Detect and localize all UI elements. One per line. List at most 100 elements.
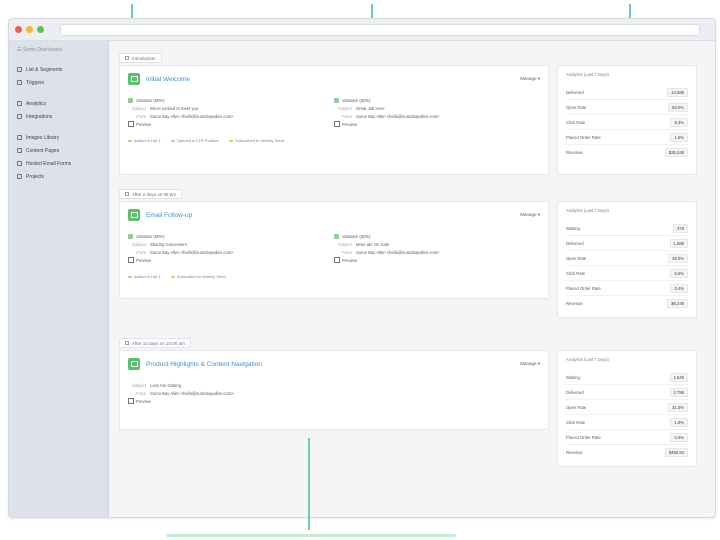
stat-label: Click Rate — [566, 119, 586, 125]
stat-label: Open Rate — [566, 104, 587, 110]
stat-row: Revenue $6,348 — [566, 296, 688, 311]
plug-icon — [17, 114, 22, 119]
sidebar-item-content-pages[interactable]: Content Pages — [9, 144, 108, 157]
stat-label: Revenue — [566, 301, 583, 306]
stat-value: 31.5% — [668, 402, 688, 412]
section-tag-label: After 10 days on 10:00 am — [132, 340, 185, 346]
campaign-header: Email Follow-up Manage ▾ — [128, 208, 540, 222]
checkbox-icon — [125, 341, 129, 345]
email-icon — [128, 73, 140, 85]
campaign-card: Initial Welcome Manage ▾ Variation (50%)… — [119, 65, 549, 175]
sidebar-item-hosted-forms[interactable]: Hosted Email Forms — [9, 157, 108, 170]
preview-link[interactable]: Preview — [334, 256, 540, 264]
variant: Variation (50%) Subject We're excited to … — [128, 96, 334, 128]
stat-value: 38.9% — [668, 253, 688, 263]
stat-row: Revenue $496.63 — [566, 445, 688, 460]
stat-value: 0.5% — [670, 432, 688, 442]
stat-value: 378 — [673, 223, 688, 233]
variant-subject-line: Subject We're excited to meet you — [128, 104, 334, 112]
field-label: From — [342, 249, 352, 255]
sidebar-item-label: List & Segments — [26, 66, 63, 73]
main-content: Introduction Initial Welcome Manage ▾ Va… — [109, 41, 715, 517]
campaign-title[interactable]: Email Follow-up — [146, 212, 192, 219]
sidebar-item-label: Hosted Email Forms — [26, 160, 72, 167]
stat-value: 2,796 — [669, 387, 688, 397]
preview-link[interactable]: Preview — [128, 256, 334, 264]
close-window-icon[interactable] — [15, 26, 22, 33]
stat-value: $496.63 — [664, 448, 688, 457]
preview-link[interactable]: Preview — [334, 120, 540, 128]
checkbox-icon — [125, 56, 129, 60]
trigger-item: Opened a CTR Position — [171, 138, 219, 143]
sidebar-item-lists-segments[interactable]: List & Segments — [9, 63, 108, 76]
stat-label: Open Rate — [566, 255, 587, 261]
trigger-list: Added to List 1 Opened a CTR Position Su… — [128, 138, 540, 143]
section-tag: After 10 days on 10:00 am — [119, 338, 191, 348]
browser-titlebar — [9, 19, 715, 41]
stat-row: Open Rate 60.0% — [566, 100, 688, 115]
field-label: From — [136, 390, 146, 396]
variant: Variation (50%) Subject Sharing Convenien… — [128, 232, 334, 264]
email-icon — [128, 358, 140, 370]
variant-from-line: From Sumo Bay Allen <hello@sumobayallen.c… — [128, 112, 334, 120]
analytics-card: Analytics (Last 7 Days) Delivered 14,586 … — [557, 65, 697, 175]
variant-name: Variation (50%) — [334, 96, 540, 104]
stat-value: 14,586 — [667, 87, 688, 97]
sidebar-item-label: Projects — [26, 173, 45, 180]
sidebar-item-triggers[interactable]: Triggers — [9, 76, 108, 89]
manage-dropdown[interactable]: Manage ▾ — [520, 361, 540, 367]
chart-icon — [17, 101, 22, 106]
stat-row: Delivered 2,796 — [566, 385, 688, 400]
variant-name: Variation (50%) — [128, 232, 334, 240]
stat-row: Delivered 14,586 — [566, 85, 688, 100]
section-tag: Introduction — [119, 53, 162, 63]
stat-row: Open Rate 38.9% — [566, 251, 688, 266]
sidebar-item-projects[interactable]: Projects — [9, 170, 108, 183]
flow-step-row: Email Follow-up Manage ▾ Variation (50%)… — [119, 201, 705, 318]
campaign-title[interactable]: Product Highlights & Content Navigation — [146, 361, 262, 368]
form-icon — [17, 161, 22, 166]
manage-dropdown[interactable]: Manage ▾ — [520, 76, 540, 82]
minimize-window-icon[interactable] — [26, 26, 33, 33]
variant-from-line: From Sumo Bay Allen <hello@sumobayallen.c… — [334, 112, 540, 120]
section-tag-label: After 2 days on 09 pm — [132, 191, 177, 197]
maximize-window-icon[interactable] — [37, 26, 44, 33]
sidebar: ☰ Sumo Dashboard List & Segments Trigger… — [9, 41, 109, 517]
preview-link[interactable]: Preview — [128, 120, 334, 128]
sidebar-item-label: Content Pages — [26, 147, 60, 154]
stat-label: Delivered — [566, 89, 584, 95]
variant-subject-line: Subject More are On Sale — [334, 240, 540, 248]
field-label: Subject — [338, 105, 352, 111]
trigger-item: Subscribed to Weekly Send — [171, 274, 226, 279]
stat-row: Click Rate 8.4% — [566, 115, 688, 130]
variant-name: Variation (50%) — [128, 96, 334, 104]
stat-value: $35,248 — [664, 148, 688, 157]
checkbox-icon — [125, 192, 129, 196]
variant-from-line: From Sumo Bay Allen <hello@sumobayallen.c… — [128, 389, 540, 397]
sidebar-item-label: Images Library — [26, 134, 60, 141]
variant: Variation (50%) Subject Great Job Here Fr… — [334, 96, 540, 128]
stat-label: Placed Order Rate — [566, 434, 601, 440]
campaign-header: Product Highlights & Content Navigation … — [128, 357, 540, 371]
sidebar-item-label: Analytics — [26, 100, 47, 107]
stat-value: 1.9% — [670, 417, 688, 427]
stat-label: Revenue — [566, 450, 583, 455]
preview-link[interactable]: Preview — [128, 397, 540, 405]
sidebar-item-images-library[interactable]: Images Library — [9, 131, 108, 144]
variant-from: Sumo Bay Allen <hello@sumobayallen.com> — [150, 249, 234, 255]
variant-list: Variation (50%) Subject We're excited to … — [128, 96, 540, 128]
address-bar[interactable] — [60, 23, 700, 36]
field-label: Subject — [132, 105, 146, 111]
stat-row: Waiting 1,549 — [566, 370, 688, 385]
variant: Subject Less Are Getting From Sumo Bay All… — [128, 381, 540, 405]
sidebar-item-analytics[interactable]: Analytics — [9, 97, 108, 110]
sidebar-item-integrations[interactable]: Integrations — [9, 110, 108, 123]
field-label: Subject — [132, 241, 146, 247]
manage-dropdown[interactable]: Manage ▾ — [520, 212, 540, 218]
stat-value: 5.6% — [670, 268, 688, 278]
sidebar-item-label: Triggers — [26, 79, 45, 86]
stat-row: Placed Order Rate 0.5% — [566, 430, 688, 445]
trigger-item: Added to List 1 — [128, 274, 161, 279]
field-label: From — [136, 113, 146, 119]
campaign-title[interactable]: Initial Welcome — [146, 76, 190, 83]
